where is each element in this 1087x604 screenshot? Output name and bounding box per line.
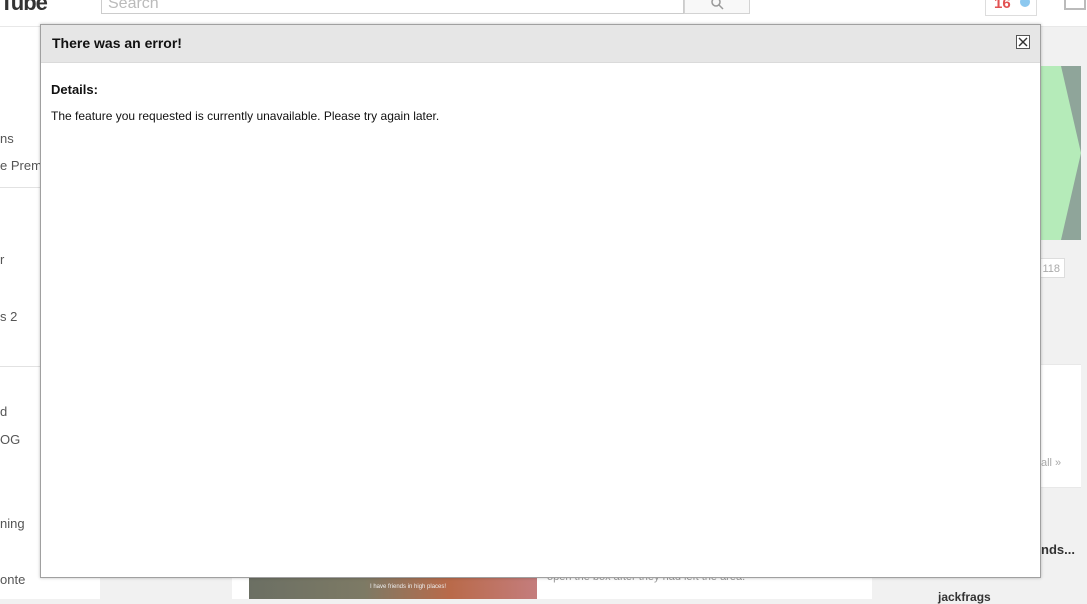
trend-title[interactable]: nds... [1041,542,1075,557]
sidebar-item[interactable]: r [0,252,4,267]
sidebar-item[interactable]: ns [0,131,14,146]
search-button[interactable] [684,0,750,14]
sidebar-item[interactable]: OG [0,432,20,447]
details-label: Details: [51,82,98,97]
sidebar-item[interactable]: s 2 [0,309,17,324]
notifications-button[interactable]: 16 [985,0,1037,16]
promo-banner[interactable] [1041,66,1081,240]
dialog-header: There was an error! [41,25,1040,63]
dialog-title: There was an error! [52,35,182,51]
logo[interactable]: Tube [0,0,48,16]
upload-icon[interactable] [1064,0,1086,10]
sidebar-item[interactable]: onte [0,572,25,587]
close-icon [1018,37,1028,47]
error-dialog: There was an error! Details: The feature… [40,24,1041,578]
notification-dot [1020,0,1030,7]
search-input[interactable]: Search [101,0,684,14]
close-button[interactable] [1016,35,1030,49]
sidebar-item[interactable]: e Prem [0,158,42,173]
dialog-body: Details: The feature you requested is cu… [51,82,439,123]
see-all-link[interactable]: all » [1041,457,1061,469]
promo-graphic [1041,66,1081,240]
thumbnail-caption: I have friends in high places! [370,584,447,590]
recommendation-card [1041,364,1081,488]
error-message: The feature you requested is currently u… [51,109,440,123]
notification-count: 16 [994,0,1011,12]
search-icon [711,0,724,10]
promo-count-badge: 118 [1037,258,1065,278]
top-bar: Tube Search 16 [0,0,1087,27]
channel-name[interactable]: jackfrags [938,590,991,604]
sidebar-item[interactable]: ning [0,516,25,531]
sidebar-item[interactable]: d [0,404,7,419]
